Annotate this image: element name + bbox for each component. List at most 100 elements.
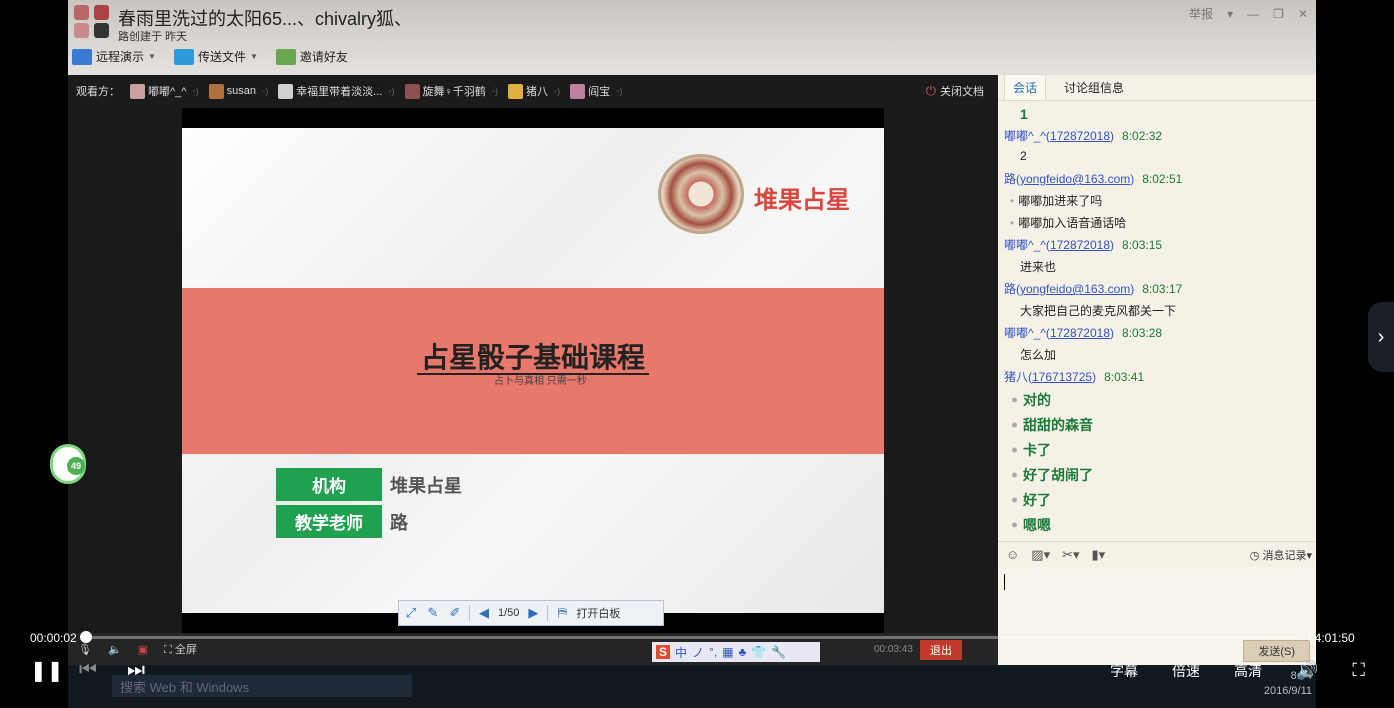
progress-bar[interactable] <box>86 636 1301 639</box>
skin-icon[interactable]: 👕 <box>751 645 766 659</box>
viewer-item[interactable]: 旋舞♀千羽鹤 ◦) <box>404 83 498 99</box>
message-header: 嘟嘟^_^(172872018) 8:03:28 <box>1004 324 1310 341</box>
keyboard-icon[interactable]: ▦ <box>722 645 733 659</box>
volume-icon[interactable]: 🔊 <box>1296 660 1318 681</box>
teacher-row: 教学老师 路 <box>276 505 408 538</box>
chinese-mode-icon[interactable]: 中 <box>675 644 687 661</box>
message-header: 嘟嘟^_^(172872018) 8:03:15 <box>1004 236 1310 253</box>
pen-icon[interactable]: ✎ <box>425 606 441 620</box>
bullet-icon: • <box>1010 216 1015 230</box>
message-body: • 好了 <box>1004 490 1310 510</box>
sender-id[interactable]: 172872018 <box>1050 326 1110 340</box>
sender-name[interactable]: 嘟嘟^_^( <box>1004 238 1050 252</box>
send-file-button[interactable]: 传送文件 ▼ <box>173 48 258 65</box>
pointer-icon[interactable]: ⤢ <box>403 606 419 620</box>
floating-badge[interactable]: 49 <box>50 444 86 484</box>
chat-tabs: 会话 讨论组信息 <box>998 74 1316 101</box>
send-button[interactable]: 发送(S) <box>1243 640 1310 662</box>
viewer-name: susan <box>226 85 256 97</box>
remote-demo-button[interactable]: 远程演示 ▼ <box>72 48 156 65</box>
scissors-icon[interactable]: ✂▾ <box>1062 547 1079 563</box>
emoji-icon[interactable]: ☺ <box>1006 547 1019 562</box>
clock-icon: ◷ <box>1249 550 1260 562</box>
prev-page-icon[interactable]: ◀ <box>476 606 492 620</box>
viewer-item[interactable]: 嘟嘟^_^ ◦) <box>130 83 199 99</box>
message-record-label: 消息记录 <box>1262 550 1307 562</box>
viewer-item[interactable]: 幸福里带着淡淡... ◦) <box>278 83 395 99</box>
close-document-button[interactable]: ⏻ 关闭文档 <box>926 83 984 99</box>
player-right-controls: 字幕 倍速 高清 🔊 ⛶ <box>1110 660 1365 681</box>
chat-input[interactable]: 发送(S) <box>998 567 1316 665</box>
message-record-button[interactable]: ◷ 消息记录▾ <box>1250 547 1312 563</box>
taskbar-search[interactable]: 搜索 Web 和 Windows <box>112 675 412 697</box>
sender-name[interactable]: 路( <box>1004 282 1020 296</box>
fullscreen-icon: ⛶ <box>164 644 172 656</box>
menu-dropdown-icon[interactable]: ▾ <box>1227 7 1233 21</box>
tab-group-info[interactable]: 讨论组信息 <box>1056 75 1132 100</box>
next-page-icon[interactable]: ▶ <box>525 606 541 620</box>
message-text: 进来也 <box>1020 260 1057 274</box>
wrench-icon[interactable]: 🔧 <box>771 645 786 659</box>
viewer-item[interactable]: susan ◦) <box>208 83 268 99</box>
text-caret <box>1004 574 1005 590</box>
avatar <box>130 83 145 99</box>
org-row: 机构 堆果占星 <box>276 468 462 501</box>
chart-icon[interactable]: ▮▾ <box>1092 547 1106 563</box>
microphone-icon[interactable]: 🎙 <box>78 643 92 656</box>
next-icon[interactable]: ⏭ <box>126 659 146 682</box>
message-body: • 对的 <box>1004 390 1310 410</box>
pause-icon[interactable]: ❚❚ <box>30 658 64 683</box>
invite-icon <box>275 48 296 65</box>
invite-friends-button[interactable]: 邀请好友 <box>275 48 348 65</box>
message-body: • 甜甜的森音 <box>1004 415 1310 435</box>
subtitles-button[interactable]: 字幕 <box>1110 661 1138 681</box>
bullet-icon: • <box>1010 468 1019 484</box>
quality-button[interactable]: 高清 <box>1234 661 1262 681</box>
report-button[interactable]: 举报 <box>1189 5 1213 22</box>
eraser-icon[interactable]: ✐ <box>447 606 463 620</box>
sender-name[interactable]: 嘟嘟^_^( <box>1004 326 1050 340</box>
speed-button[interactable]: 倍速 <box>1172 661 1200 681</box>
fullscreen-button[interactable]: ⛶ 全屏 <box>164 641 197 657</box>
tab-conversation[interactable]: 会话 <box>1004 74 1047 100</box>
fullscreen-label: 全屏 <box>174 644 197 656</box>
message-text: 对的 <box>1022 393 1051 409</box>
window-controls: 举报 ▾ — ❐ ✕ <box>1189 5 1308 22</box>
fullscreen-icon[interactable]: ⛶ <box>1352 660 1365 681</box>
image-icon[interactable]: ▨▾ <box>1031 547 1050 563</box>
invite-friends-label: 邀请好友 <box>299 50 348 64</box>
sender-id[interactable]: yongfeido@163.com <box>1020 172 1130 186</box>
sogou-icon[interactable]: S <box>656 645 671 659</box>
org-value: 堆果占星 <box>390 475 462 496</box>
speaker-icon[interactable]: 🔈 <box>108 643 122 656</box>
viewer-name: 阎宝 <box>588 86 611 98</box>
chevron-right-icon[interactable]: › <box>1368 302 1394 372</box>
viewer-item[interactable]: 阎宝 ◦) <box>570 83 622 99</box>
message-body: 1 <box>1004 106 1310 122</box>
close-icon[interactable]: ✕ <box>1298 7 1308 21</box>
viewer-item[interactable]: 猪八 ◦) <box>507 83 560 99</box>
open-whiteboard-button[interactable]: 打开白板 <box>576 605 620 621</box>
previous-icon[interactable]: ⏮ <box>78 659 98 682</box>
message-time: 8:02:51 <box>1142 172 1183 186</box>
sender-name[interactable]: 路( <box>1004 172 1020 186</box>
sender-id[interactable]: 172872018 <box>1050 238 1110 252</box>
viewer-name: 旋舞♀千羽鹤 <box>422 86 486 98</box>
punctuation-icon[interactable]: °, <box>709 645 717 659</box>
moon-icon[interactable]: ノ <box>692 644 704 661</box>
chevron-down-icon: ▼ <box>148 52 156 61</box>
user-icon[interactable]: ♣ <box>739 645 747 659</box>
sender-id[interactable]: yongfeido@163.com <box>1020 282 1130 296</box>
camera-off-icon[interactable]: ▣ <box>138 643 148 656</box>
minimize-icon[interactable]: — <box>1247 7 1259 21</box>
sender-id[interactable]: 172872018 <box>1050 129 1110 143</box>
progress-knob[interactable] <box>80 631 92 643</box>
sender-name[interactable]: 猪八( <box>1004 370 1032 384</box>
maximize-icon[interactable]: ❐ <box>1273 7 1284 21</box>
message-header: 路(yongfeido@163.com) 8:03:17 <box>1004 280 1310 297</box>
speaker-icon: ◦) <box>616 86 623 96</box>
sender-name[interactable]: 嘟嘟^_^( <box>1004 129 1050 143</box>
sender-id[interactable]: 176713725 <box>1032 370 1092 384</box>
exit-button[interactable]: 退出 <box>920 640 962 660</box>
message-body: • 嘟嘟加进来了吗 <box>1004 192 1310 209</box>
